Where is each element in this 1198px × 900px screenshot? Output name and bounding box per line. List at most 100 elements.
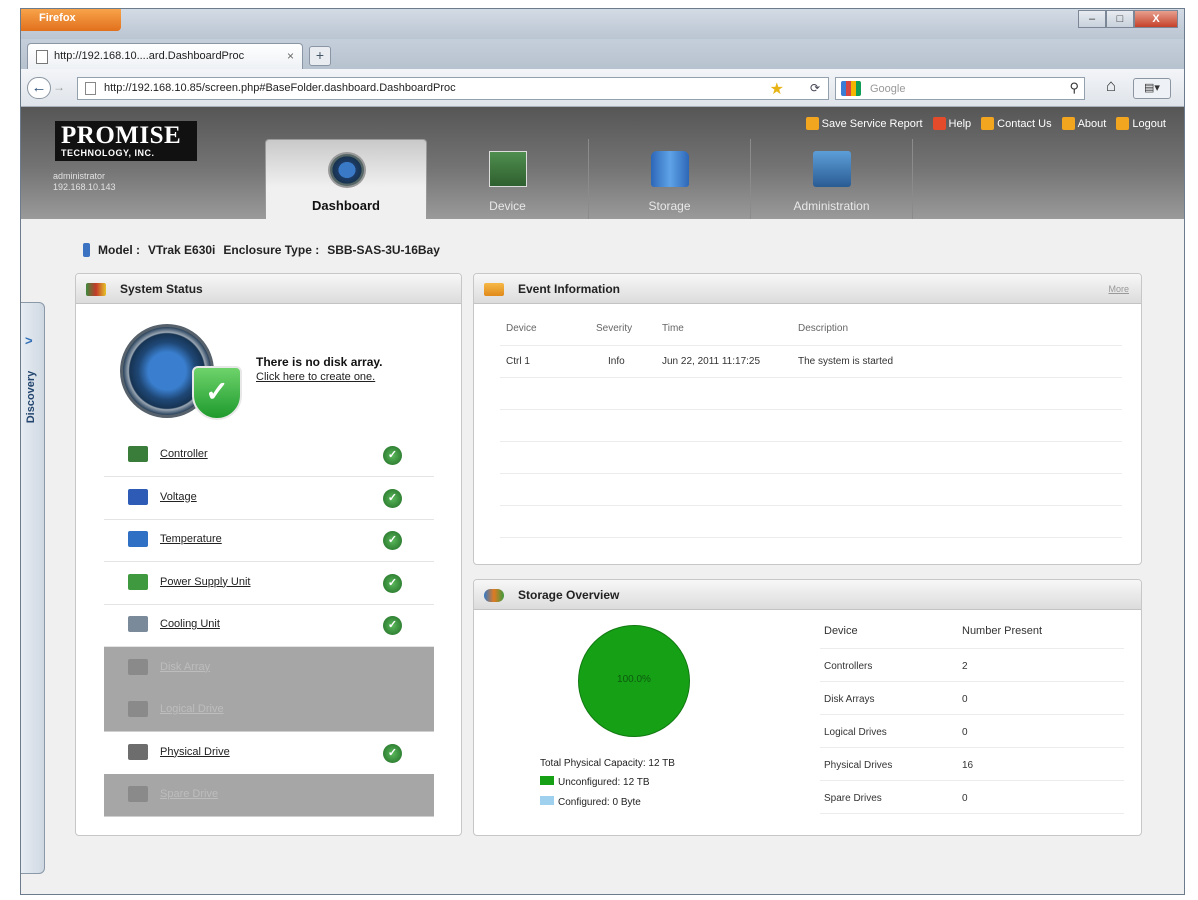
tab-close-button[interactable]: × <box>287 49 294 63</box>
physical-drive-icon <box>128 743 148 760</box>
col-device: Device <box>824 625 858 637</box>
reload-icon[interactable]: ⟳ <box>810 81 820 95</box>
browser-window: Firefox – □ X http://192.168.10....ard.D… <box>20 8 1185 895</box>
table-header: Device Number Present <box>820 616 1124 649</box>
voltage-icon <box>128 488 148 505</box>
home-icon[interactable]: ⌂ <box>1097 76 1125 101</box>
device-count-rows: Controllers 2 Disk Arrays 0 Logical Drives 0 P… <box>820 649 1124 814</box>
ok-check-icon: ✓ <box>383 488 402 508</box>
save-service-report-link[interactable]: Save Service Report <box>805 117 923 130</box>
power-supply-icon <box>128 573 148 590</box>
tab-storage[interactable]: Storage <box>589 139 751 219</box>
status-label: Disk Array <box>160 660 211 673</box>
ok-check-icon: ✓ <box>383 446 402 465</box>
url-bar[interactable]: http://192.168.10.85/screen.php#BaseFold… <box>77 77 829 100</box>
tab-bar: http://192.168.10....ard.DashboardProc ×… <box>21 39 1184 69</box>
close-window-button[interactable]: X <box>1134 10 1178 28</box>
logout-icon <box>1116 117 1130 130</box>
phone-icon <box>981 117 995 130</box>
browser-tab[interactable]: http://192.168.10....ard.DashboardProc × <box>27 43 303 69</box>
device-count: 0 <box>962 793 968 804</box>
webpam-app: PROMISE TECHNOLOGY, INC. administrator 1… <box>21 107 1184 894</box>
legend-configured: Configured: 0 Byte <box>540 796 641 808</box>
legend-swatch <box>540 776 554 785</box>
status-row-cooling-unit[interactable]: Cooling Unit ✓ <box>104 604 434 647</box>
system-status-panel: System Status ✓ There is no disk array. … <box>75 273 462 836</box>
model-info: Model : VTrak E630i Enclosure Type : SBB… <box>83 243 440 257</box>
ok-check-icon: ✓ <box>383 616 402 635</box>
new-tab-button[interactable]: + <box>309 46 331 66</box>
discovery-panel-toggle[interactable]: > Discovery <box>21 302 45 874</box>
page-icon <box>85 82 96 95</box>
create-array-link[interactable]: Click here to create one. <box>256 371 375 383</box>
status-row-temperature[interactable]: Temperature ✓ <box>104 519 434 562</box>
device-count: 0 <box>962 727 968 738</box>
contact-us-link[interactable]: Contact Us <box>981 117 1052 130</box>
status-icon <box>86 283 106 296</box>
table-row: Logical Drives 0 <box>820 715 1124 748</box>
table-row-empty <box>500 506 1122 538</box>
storage-overview-panel: Storage Overview 100.0% Total Physical C… <box>473 579 1142 836</box>
col-severity: Severity <box>596 323 633 334</box>
table-row[interactable]: Ctrl 1 Info Jun 22, 2011 11:17:25 The sy… <box>500 346 1122 378</box>
status-row-power-supply-unit[interactable]: Power Supply Unit ✓ <box>104 562 434 605</box>
logout-link[interactable]: Logout <box>1116 117 1166 130</box>
firefox-menu-button[interactable]: Firefox <box>21 9 121 31</box>
info-icon <box>83 243 90 257</box>
controller-icon <box>128 446 148 462</box>
device-type: Spare Drives <box>824 793 882 804</box>
tab-title: http://192.168.10....ard.DashboardProc <box>54 50 245 62</box>
status-row-physical-drive[interactable]: Physical Drive ✓ <box>104 732 434 775</box>
report-icon <box>805 117 819 130</box>
table-row-empty <box>500 378 1122 410</box>
model-value: VTrak E630i <box>148 243 216 257</box>
status-row-controller[interactable]: Controller ✓ <box>104 434 434 477</box>
fan-icon <box>128 616 148 632</box>
event-table: Device Severity Time Description Ctrl 1 … <box>500 314 1122 564</box>
col-time: Time <box>662 323 684 334</box>
dashboard-gauge-icon <box>328 152 366 188</box>
help-link[interactable]: Help <box>932 117 971 130</box>
status-label[interactable]: Cooling Unit <box>160 618 220 630</box>
table-row-empty <box>500 474 1122 506</box>
status-label[interactable]: Physical Drive <box>160 746 230 758</box>
username: administrator <box>53 171 106 181</box>
back-button[interactable]: ← <box>27 77 51 99</box>
table-row-empty <box>500 442 1122 474</box>
status-label[interactable]: Voltage <box>160 491 197 503</box>
status-label[interactable]: Power Supply Unit <box>160 576 251 588</box>
model-label: Model : <box>98 243 140 257</box>
header-links: Save Service Report Help Contact Us Abou… <box>805 117 1166 130</box>
bookmarks-menu-button[interactable]: ▤▾ <box>1133 78 1171 99</box>
shield-check-icon: ✓ <box>192 366 242 420</box>
minimize-button[interactable]: – <box>1078 10 1106 28</box>
status-label[interactable]: Temperature <box>160 533 222 545</box>
status-row-voltage[interactable]: Voltage ✓ <box>104 477 434 520</box>
enclosure-label: Enclosure Type : <box>223 243 320 257</box>
google-engine-icon[interactable] <box>841 81 861 96</box>
client-ip: 192.168.10.143 <box>53 182 116 192</box>
search-input[interactable]: Google ⚲ <box>835 77 1085 100</box>
bookmark-star-icon[interactable]: ★ <box>770 79 784 99</box>
tab-device[interactable]: Device <box>427 139 589 219</box>
no-disk-array-message: There is no disk array. <box>256 355 383 369</box>
search-icon[interactable]: ⚲ <box>1069 80 1079 96</box>
about-link[interactable]: About <box>1061 117 1106 130</box>
disk-array-icon <box>128 658 148 675</box>
forward-button[interactable]: → <box>53 80 71 96</box>
status-label[interactable]: Controller <box>160 448 208 460</box>
device-count: 0 <box>962 694 968 705</box>
enclosure-value: SBB-SAS-3U-16Bay <box>327 243 440 257</box>
total-capacity: Total Physical Capacity: 12 TB <box>540 758 675 769</box>
url-text: http://192.168.10.85/screen.php#BaseFold… <box>104 82 456 94</box>
device-type: Logical Drives <box>824 727 887 738</box>
table-row: Controllers 2 <box>820 649 1124 682</box>
chevron-right-icon: > <box>25 333 33 348</box>
discovery-label: Discovery <box>25 370 37 424</box>
tab-dashboard[interactable]: Dashboard <box>265 139 427 219</box>
event-information-panel: Event Information More Device Severity T… <box>473 273 1142 565</box>
tab-administration[interactable]: Administration <box>751 139 913 219</box>
more-link[interactable]: More <box>1108 284 1129 294</box>
table-row-empty <box>500 538 1122 564</box>
maximize-button[interactable]: □ <box>1106 10 1134 28</box>
